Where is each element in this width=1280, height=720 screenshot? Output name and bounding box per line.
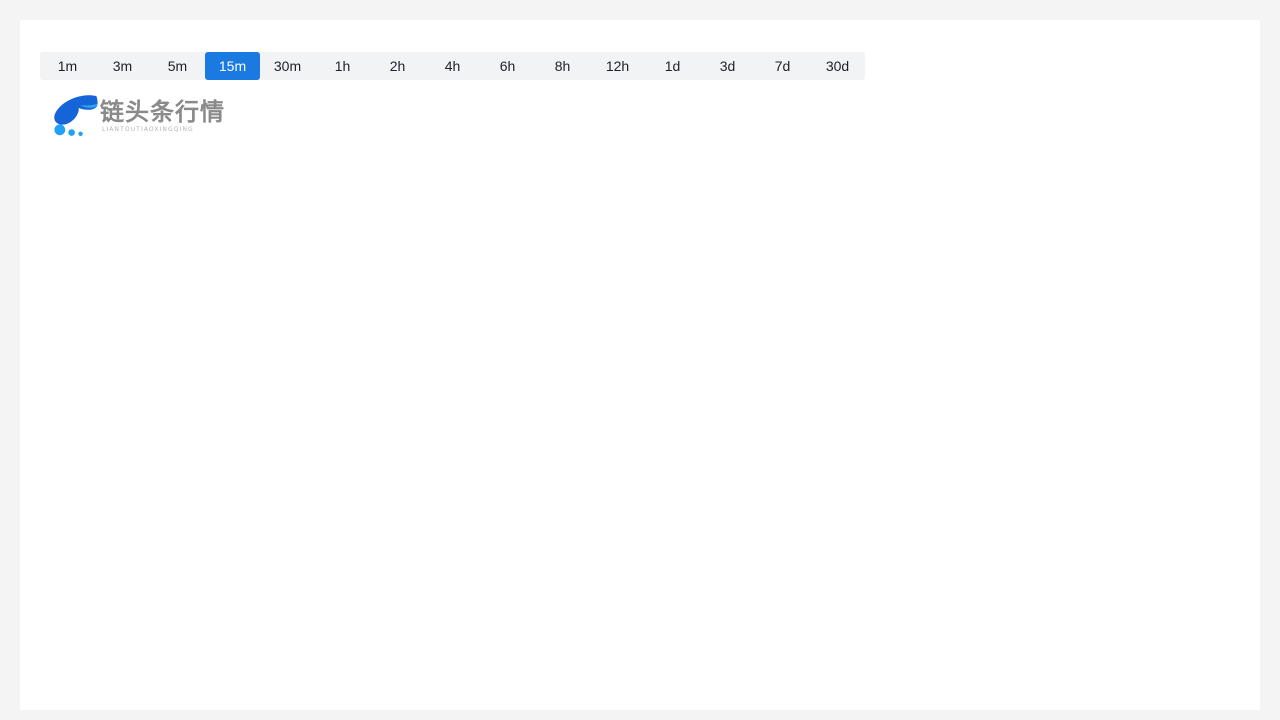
timeframe-option-6h[interactable]: 6h bbox=[480, 52, 535, 80]
timeframe-option-4h[interactable]: 4h bbox=[425, 52, 480, 80]
logo-title: 链头条行情 bbox=[100, 97, 225, 126]
timeframe-option-1h[interactable]: 1h bbox=[315, 52, 370, 80]
timeframe-option-7d[interactable]: 7d bbox=[755, 52, 810, 80]
logo-wordmark: 链头条行情 LIANTOUTIAOXINGQING bbox=[100, 99, 225, 134]
timeframe-option-3d[interactable]: 3d bbox=[700, 52, 755, 80]
logo-subtitle: LIANTOUTIAOXINGQING bbox=[102, 125, 194, 133]
timeframe-option-15m[interactable]: 15m bbox=[205, 52, 260, 80]
page-card: 1m 3m 5m 15m 30m 1h 2h 4h 6h 8h 12h 1d 3… bbox=[20, 20, 1260, 710]
timeframe-option-30m[interactable]: 30m bbox=[260, 52, 315, 80]
timeframe-option-3m[interactable]: 3m bbox=[95, 52, 150, 80]
timeframe-option-2h[interactable]: 2h bbox=[370, 52, 425, 80]
timeframe-option-5m[interactable]: 5m bbox=[150, 52, 205, 80]
swoosh-dots-logo-icon bbox=[54, 95, 98, 136]
timeframe-option-8h[interactable]: 8h bbox=[535, 52, 590, 80]
brand-logo: 链头条行情 LIANTOUTIAOXINGQING bbox=[52, 92, 225, 140]
timeframe-option-1m[interactable]: 1m bbox=[40, 52, 95, 80]
chart-canvas[interactable] bbox=[40, 160, 1240, 690]
timeframe-option-1d[interactable]: 1d bbox=[645, 52, 700, 80]
timeframe-option-30d[interactable]: 30d bbox=[810, 52, 865, 80]
timeframe-selector[interactable]: 1m 3m 5m 15m 30m 1h 2h 4h 6h 8h 12h 1d 3… bbox=[40, 52, 865, 80]
timeframe-option-12h[interactable]: 12h bbox=[590, 52, 645, 80]
